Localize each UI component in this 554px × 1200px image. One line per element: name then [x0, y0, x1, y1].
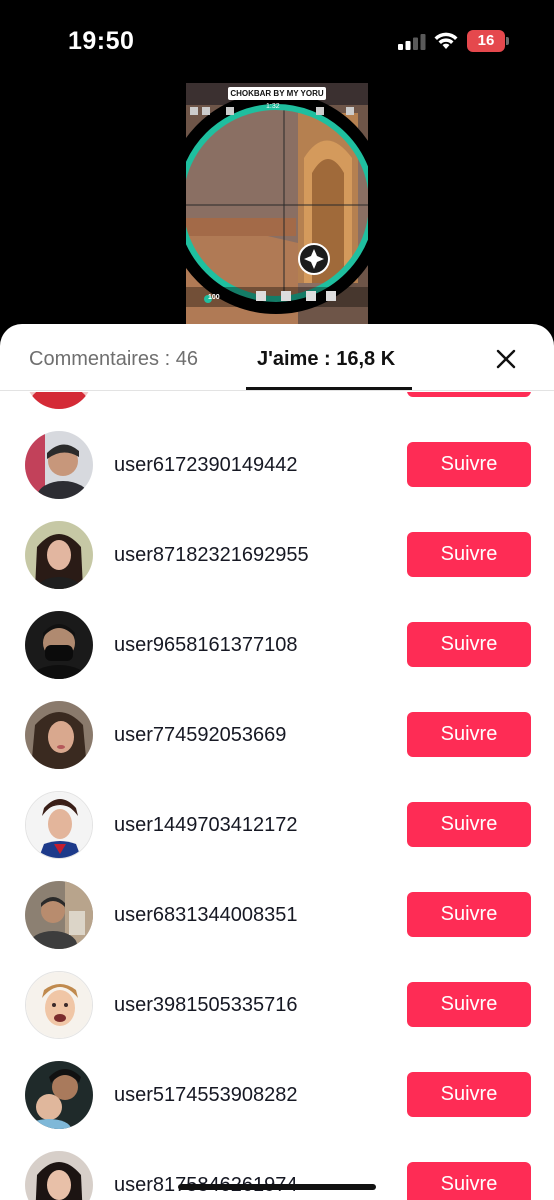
follow-button[interactable]: Suivre	[407, 622, 531, 667]
video-thumbnail[interactable]: CHOKBAR BY MY YORU 1:32 100	[186, 83, 368, 327]
battery-icon: 16	[467, 30, 509, 52]
avatar[interactable]	[25, 392, 93, 409]
avatar[interactable]	[25, 611, 93, 679]
list-item: user9658161377108 Suivre	[0, 600, 554, 690]
avatar[interactable]	[25, 701, 93, 769]
list-item: Suivre	[0, 392, 554, 420]
cellular-signal-icon	[398, 34, 426, 50]
tab-likes[interactable]: J'aime : 16,8 K	[257, 348, 395, 371]
list-item: user87182321692955 Suivre	[0, 510, 554, 600]
status-time: 19:50	[68, 27, 135, 55]
follow-button[interactable]: Suivre	[407, 442, 531, 487]
username[interactable]: user9658161377108	[114, 634, 298, 657]
follow-button[interactable]: Suivre	[407, 532, 531, 577]
avatar[interactable]	[25, 1151, 93, 1200]
avatar[interactable]	[25, 431, 93, 499]
avatar[interactable]	[25, 1061, 93, 1129]
username[interactable]: user6831344008351	[114, 904, 298, 927]
video-frame	[186, 83, 368, 327]
home-indicator[interactable]	[178, 1184, 376, 1190]
close-icon[interactable]	[494, 347, 518, 371]
list-item: user6172390149442 Suivre	[0, 420, 554, 510]
username[interactable]: user3981505335716	[114, 994, 298, 1017]
video-caption: CHOKBAR BY MY YORU	[228, 87, 326, 100]
video-timer: 1:32	[266, 103, 280, 110]
username[interactable]: user774592053669	[114, 724, 286, 747]
battery-tip	[506, 37, 509, 45]
username[interactable]: user5174553908282	[114, 1084, 298, 1107]
list-item: user5174553908282 Suivre	[0, 1050, 554, 1140]
list-item: user3981505335716 Suivre	[0, 960, 554, 1050]
follow-button[interactable]: Suivre	[407, 1072, 531, 1117]
avatar[interactable]	[25, 881, 93, 949]
avatar[interactable]	[25, 791, 93, 859]
avatar[interactable]	[25, 521, 93, 589]
likes-sheet: Commentaires : 46 J'aime : 16,8 K Suivre…	[0, 324, 554, 1200]
follow-button[interactable]: Suivre	[407, 802, 531, 847]
username[interactable]: user1449703412172	[114, 814, 298, 837]
battery-level: 16	[477, 32, 495, 49]
avatar[interactable]	[25, 971, 93, 1039]
follow-button[interactable]: Suivre	[407, 1162, 531, 1200]
list-item: user8175846261974 Suivre	[0, 1140, 554, 1200]
follow-button[interactable]: Suivre	[407, 712, 531, 757]
video-health: 100	[208, 294, 220, 301]
likers-list[interactable]: Suivre user6172390149442 Suivre user8718…	[0, 392, 554, 1200]
active-tab-indicator	[246, 387, 412, 390]
tab-comments[interactable]: Commentaires : 46	[29, 348, 198, 371]
follow-button[interactable]: Suivre	[407, 982, 531, 1027]
list-item: user6831344008351 Suivre	[0, 870, 554, 960]
status-bar: 19:50 16	[0, 0, 554, 84]
list-item: user1449703412172 Suivre	[0, 780, 554, 870]
list-item: user774592053669 Suivre	[0, 690, 554, 780]
follow-button[interactable]: Suivre	[407, 892, 531, 937]
sheet-tabs: Commentaires : 46 J'aime : 16,8 K	[0, 324, 554, 391]
wifi-icon	[434, 32, 458, 49]
follow-button[interactable]: Suivre	[407, 392, 531, 397]
username[interactable]: user6172390149442	[114, 454, 298, 477]
username[interactable]: user87182321692955	[114, 544, 309, 567]
